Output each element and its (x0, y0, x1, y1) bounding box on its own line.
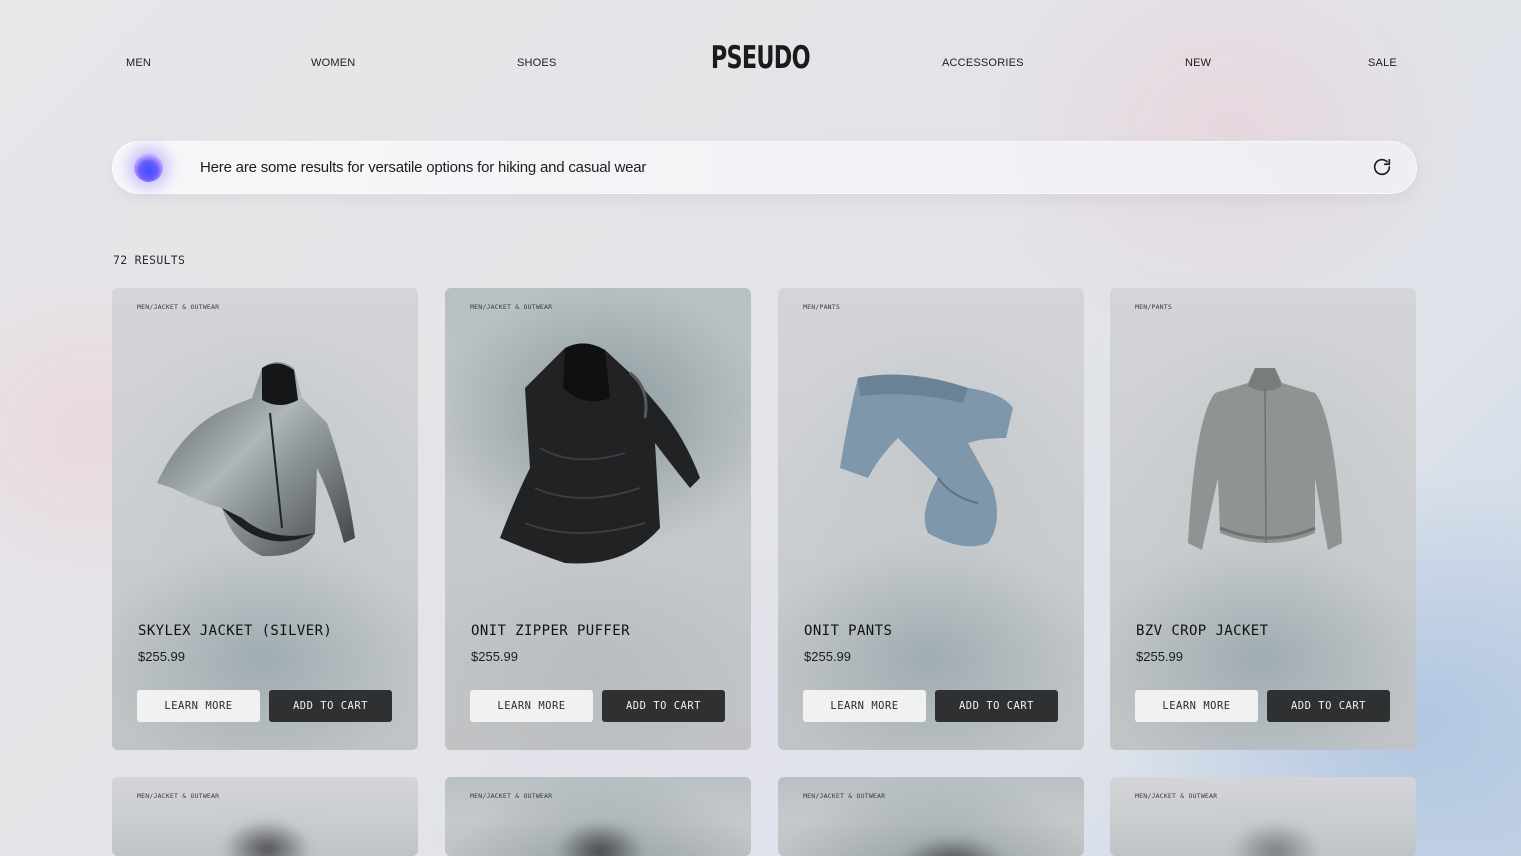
product-category: MEN/JACKET & OUTWEAR (137, 303, 220, 311)
learn-more-button[interactable]: LEARN MORE (137, 690, 260, 722)
results-count: 72 RESULTS (113, 253, 186, 267)
add-to-cart-button[interactable]: ADD TO CART (1267, 690, 1390, 722)
product-category: MEN/PANTS (803, 303, 841, 311)
product-price: $255.99 (138, 649, 185, 664)
product-category: MEN/PANTS (1135, 303, 1173, 311)
product-image-preview[interactable] (1230, 821, 1320, 856)
product-name: ONIT ZIPPER PUFFER (471, 623, 630, 639)
add-to-cart-button[interactable]: ADD TO CART (935, 690, 1058, 722)
nav-link-sale[interactable]: SALE (1368, 57, 1397, 69)
product-category: MEN/JACKET & OUTWEAR (137, 792, 220, 800)
learn-more-button[interactable]: LEARN MORE (803, 690, 926, 722)
nav-link-new[interactable]: NEW (1185, 57, 1211, 69)
product-card[interactable]: MEN/JACKET & OUTWEAR (1110, 777, 1416, 856)
product-card[interactable]: MEN/JACKET & OUTWEAR SKYLEX JACKET (SILV… (112, 288, 418, 750)
product-category: MEN/JACKET & OUTWEAR (1135, 792, 1218, 800)
product-name: ONIT PANTS (804, 623, 893, 639)
product-price: $255.99 (1136, 649, 1183, 664)
learn-more-button[interactable]: LEARN MORE (470, 690, 593, 722)
brand-logo[interactable]: PSEUDO (213, 40, 1308, 76)
product-card[interactable]: MEN/JACKET & OUTWEAR (445, 777, 751, 856)
add-to-cart-button[interactable]: ADD TO CART (602, 690, 725, 722)
product-price: $255.99 (804, 649, 851, 664)
nav-link-accessories[interactable]: ACCESSORIES (942, 57, 1024, 69)
nav-link-men[interactable]: MEN (126, 57, 151, 69)
product-card[interactable]: MEN/PANTS BZV CROP JACKET $255.99 LEARN … (1110, 288, 1416, 750)
ai-orb-icon (134, 153, 163, 182)
product-name: SKYLEX JACKET (SILVER) (138, 623, 333, 639)
top-navigation: MEN WOMEN SHOES PSEUDO ACCESSORIES NEW S… (0, 0, 1521, 120)
product-image-pants[interactable] (778, 328, 1084, 588)
product-price: $255.99 (471, 649, 518, 664)
product-image-preview[interactable] (555, 821, 645, 856)
product-image-preview[interactable] (222, 819, 312, 856)
product-image-crop-jacket[interactable] (1110, 328, 1416, 588)
learn-more-button[interactable]: LEARN MORE (1135, 690, 1258, 722)
product-image-preview[interactable] (898, 835, 1008, 856)
product-name: BZV CROP JACKET (1136, 623, 1269, 639)
product-card[interactable]: MEN/JACKET & OUTWEAR ONIT ZIPPER PUFFER … (445, 288, 751, 750)
product-category: MEN/JACKET & OUTWEAR (470, 303, 553, 311)
product-card[interactable]: MEN/JACKET & OUTWEAR (778, 777, 1084, 856)
refresh-icon[interactable] (1371, 156, 1393, 178)
product-category: MEN/JACKET & OUTWEAR (470, 792, 553, 800)
product-card[interactable]: MEN/JACKET & OUTWEAR (112, 777, 418, 856)
nav-link-women[interactable]: WOMEN (311, 57, 355, 69)
product-image-puffer[interactable] (445, 328, 751, 588)
product-category: MEN/JACKET & OUTWEAR (803, 792, 886, 800)
ai-search-bar[interactable]: Here are some results for versatile opti… (112, 141, 1417, 194)
search-response-text: Here are some results for versatile opti… (200, 159, 647, 176)
nav-link-shoes[interactable]: SHOES (517, 57, 557, 69)
product-card[interactable]: MEN/PANTS ONIT PANTS $255.99 LEARN MORE … (778, 288, 1084, 750)
product-image-jacket[interactable] (112, 328, 418, 588)
add-to-cart-button[interactable]: ADD TO CART (269, 690, 392, 722)
